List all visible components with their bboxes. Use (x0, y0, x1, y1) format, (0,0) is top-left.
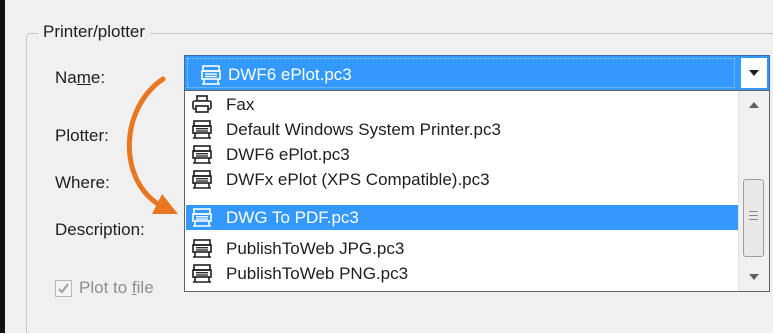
plotter-icon (192, 208, 212, 227)
printer-dropdown-list[interactable]: Fax Default Windows System Printer.pc3 D… (184, 90, 770, 292)
fax-icon (192, 95, 212, 113)
checkmark-icon (58, 283, 69, 294)
dropdown-item-publishtoweb-png[interactable]: PublishToWeb PNG.pc3 (186, 261, 740, 286)
grip-line (749, 219, 758, 220)
dropdown-item-fax[interactable]: Fax (186, 92, 740, 117)
name-label-part: e: (90, 68, 106, 87)
dropdown-item-label: Fax (226, 95, 255, 114)
dropdown-scrollbar[interactable] (738, 91, 769, 291)
dropdown-item-label: PublishToWeb PNG.pc3 (226, 264, 409, 283)
dropdown-arrow-button[interactable] (741, 58, 767, 88)
name-label-part: Na (55, 68, 77, 87)
name-label-access-key: m (76, 68, 91, 87)
plotter-icon (192, 239, 212, 258)
dropdown-item-default-windows-printer[interactable]: Default Windows System Printer.pc3 (186, 117, 740, 142)
plotter-icon (201, 65, 221, 85)
dropdown-item-label: PublishToWeb JPG.pc3 (226, 239, 405, 258)
dropdown-item-label: Default Windows System Printer.pc3 (226, 120, 501, 139)
dropdown-item-publishtoweb-jpg[interactable]: PublishToWeb JPG.pc3 (186, 236, 740, 261)
where-label: Where: (55, 173, 110, 192)
grip-line (749, 211, 758, 212)
dropdown-item-dwfx-eplot[interactable]: DWFx ePlot (XPS Compatible).pc3 (186, 167, 740, 192)
name-combobox[interactable]: DWF6 ePlot.pc3 (184, 55, 770, 91)
plotter-icon (192, 170, 212, 189)
plotter-icon (192, 264, 212, 283)
plot-to-file-checkbox[interactable] (55, 280, 72, 297)
name-label: Name: (55, 67, 105, 89)
grip-line (749, 215, 758, 216)
plotter-icon (192, 120, 212, 139)
plot-to-file-label-part: Plot to (79, 278, 132, 297)
scroll-up-arrow-icon[interactable] (739, 91, 769, 119)
groupbox-title: Printer/plotter (38, 21, 151, 43)
dropdown-item-label: DWFx ePlot (XPS Compatible).pc3 (226, 170, 490, 189)
plotter-label: Plotter: (55, 126, 109, 145)
description-label: Description: (55, 220, 145, 239)
scroll-down-arrow-icon[interactable] (739, 263, 769, 291)
dropdown-item-label: DWF6 ePlot.pc3 (226, 145, 350, 164)
name-combobox-value: DWF6 ePlot.pc3 (228, 65, 352, 84)
combobox-focus-area[interactable]: DWF6 ePlot.pc3 (187, 58, 735, 88)
dropdown-item-dwf6-eplot[interactable]: DWF6 ePlot.pc3 (186, 142, 740, 167)
dropdown-item-label: DWG To PDF.pc3 (226, 208, 359, 227)
scrollbar-thumb[interactable] (743, 179, 764, 257)
dropdown-item-dwg-to-pdf[interactable]: DWG To PDF.pc3 (186, 205, 740, 230)
plot-to-file-label: Plot to file (79, 277, 154, 299)
plotter-icon (192, 145, 212, 164)
plot-to-file-label-part: ile (136, 278, 154, 297)
